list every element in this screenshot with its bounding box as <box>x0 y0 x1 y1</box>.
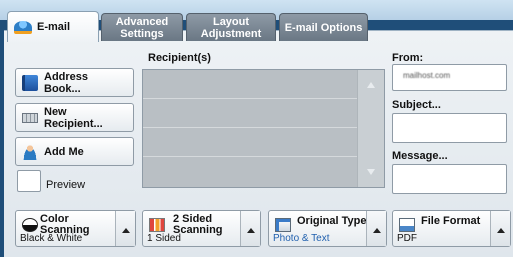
original-type-value: Photo & Text <box>273 233 330 244</box>
color-scanning-value: Black & White <box>20 233 83 244</box>
tab-email-options-label: E-mail Options <box>284 21 363 34</box>
keyboard-icon <box>22 112 38 123</box>
subject-field[interactable] <box>392 113 507 143</box>
up-arrow-icon <box>373 228 381 233</box>
message-field[interactable] <box>392 164 507 194</box>
up-arrow-icon <box>497 228 505 233</box>
two-sided-value: 1 Sided <box>147 233 181 244</box>
new-recipient-label: New Recipient... <box>44 105 103 130</box>
tab-advanced-settings-label: Advanced Settings <box>115 15 169 40</box>
tab-email[interactable]: E-mail <box>7 11 99 42</box>
file-format-button[interactable]: File Format PDF <box>392 210 511 247</box>
recipient-row[interactable] <box>143 99 358 128</box>
person-icon <box>22 143 38 160</box>
tab-email-options[interactable]: E-mail Options <box>279 13 368 41</box>
up-arrow-icon <box>122 228 130 233</box>
original-type-icon <box>275 218 291 232</box>
add-me-label: Add Me <box>44 145 84 158</box>
from-label: From: <box>392 52 424 64</box>
from-field[interactable]: mailhost.com <box>392 64 507 91</box>
up-arrow-icon <box>247 228 255 233</box>
recipient-row[interactable] <box>143 70 358 99</box>
tab-layout-adjustment[interactable]: Layout Adjustment <box>186 13 276 41</box>
recipients-header: Recipient(s) <box>148 52 211 64</box>
file-format-title: File Format <box>421 215 481 227</box>
from-value: mailhost.com <box>403 71 451 80</box>
color-scanning-button[interactable]: Color Scanning Black & White <box>15 210 136 247</box>
address-book-button[interactable]: Address Book... <box>15 68 134 97</box>
email-icon <box>14 20 32 34</box>
tab-layout-adjustment-label: Layout Adjustment <box>200 15 262 40</box>
new-recipient-button[interactable]: New Recipient... <box>15 103 134 132</box>
two-sided-spinner[interactable] <box>240 211 260 246</box>
two-sided-icon <box>149 218 165 232</box>
file-format-icon <box>399 218 415 232</box>
two-sided-scanning-button[interactable]: 2 Sided Scanning 1 Sided <box>142 210 261 247</box>
address-book-label: Address Book... <box>44 70 89 95</box>
recipient-row[interactable] <box>143 128 358 157</box>
file-format-spinner[interactable] <box>490 211 510 246</box>
recipient-list[interactable] <box>142 69 385 188</box>
recipient-row[interactable] <box>143 157 358 187</box>
color-scanning-icon <box>22 218 38 232</box>
original-type-spinner[interactable] <box>366 211 386 246</box>
recipient-scrollbar[interactable] <box>357 70 384 187</box>
original-type-title: Original Type <box>297 215 367 227</box>
tab-advanced-settings[interactable]: Advanced Settings <box>101 13 183 41</box>
original-type-button[interactable]: Original Type Photo & Text <box>268 210 387 247</box>
message-label: Message... <box>392 150 448 162</box>
add-me-button[interactable]: Add Me <box>15 137 134 166</box>
address-book-icon <box>22 74 38 91</box>
color-scanning-spinner[interactable] <box>115 211 135 246</box>
scroll-up-icon[interactable] <box>367 82 375 88</box>
preview-label: Preview <box>46 179 86 191</box>
preview-checkbox[interactable] <box>17 170 41 192</box>
file-format-value: PDF <box>397 233 417 244</box>
tab-email-label: E-mail <box>37 21 71 33</box>
scroll-down-icon[interactable] <box>367 169 375 175</box>
subject-label: Subject... <box>392 99 441 111</box>
